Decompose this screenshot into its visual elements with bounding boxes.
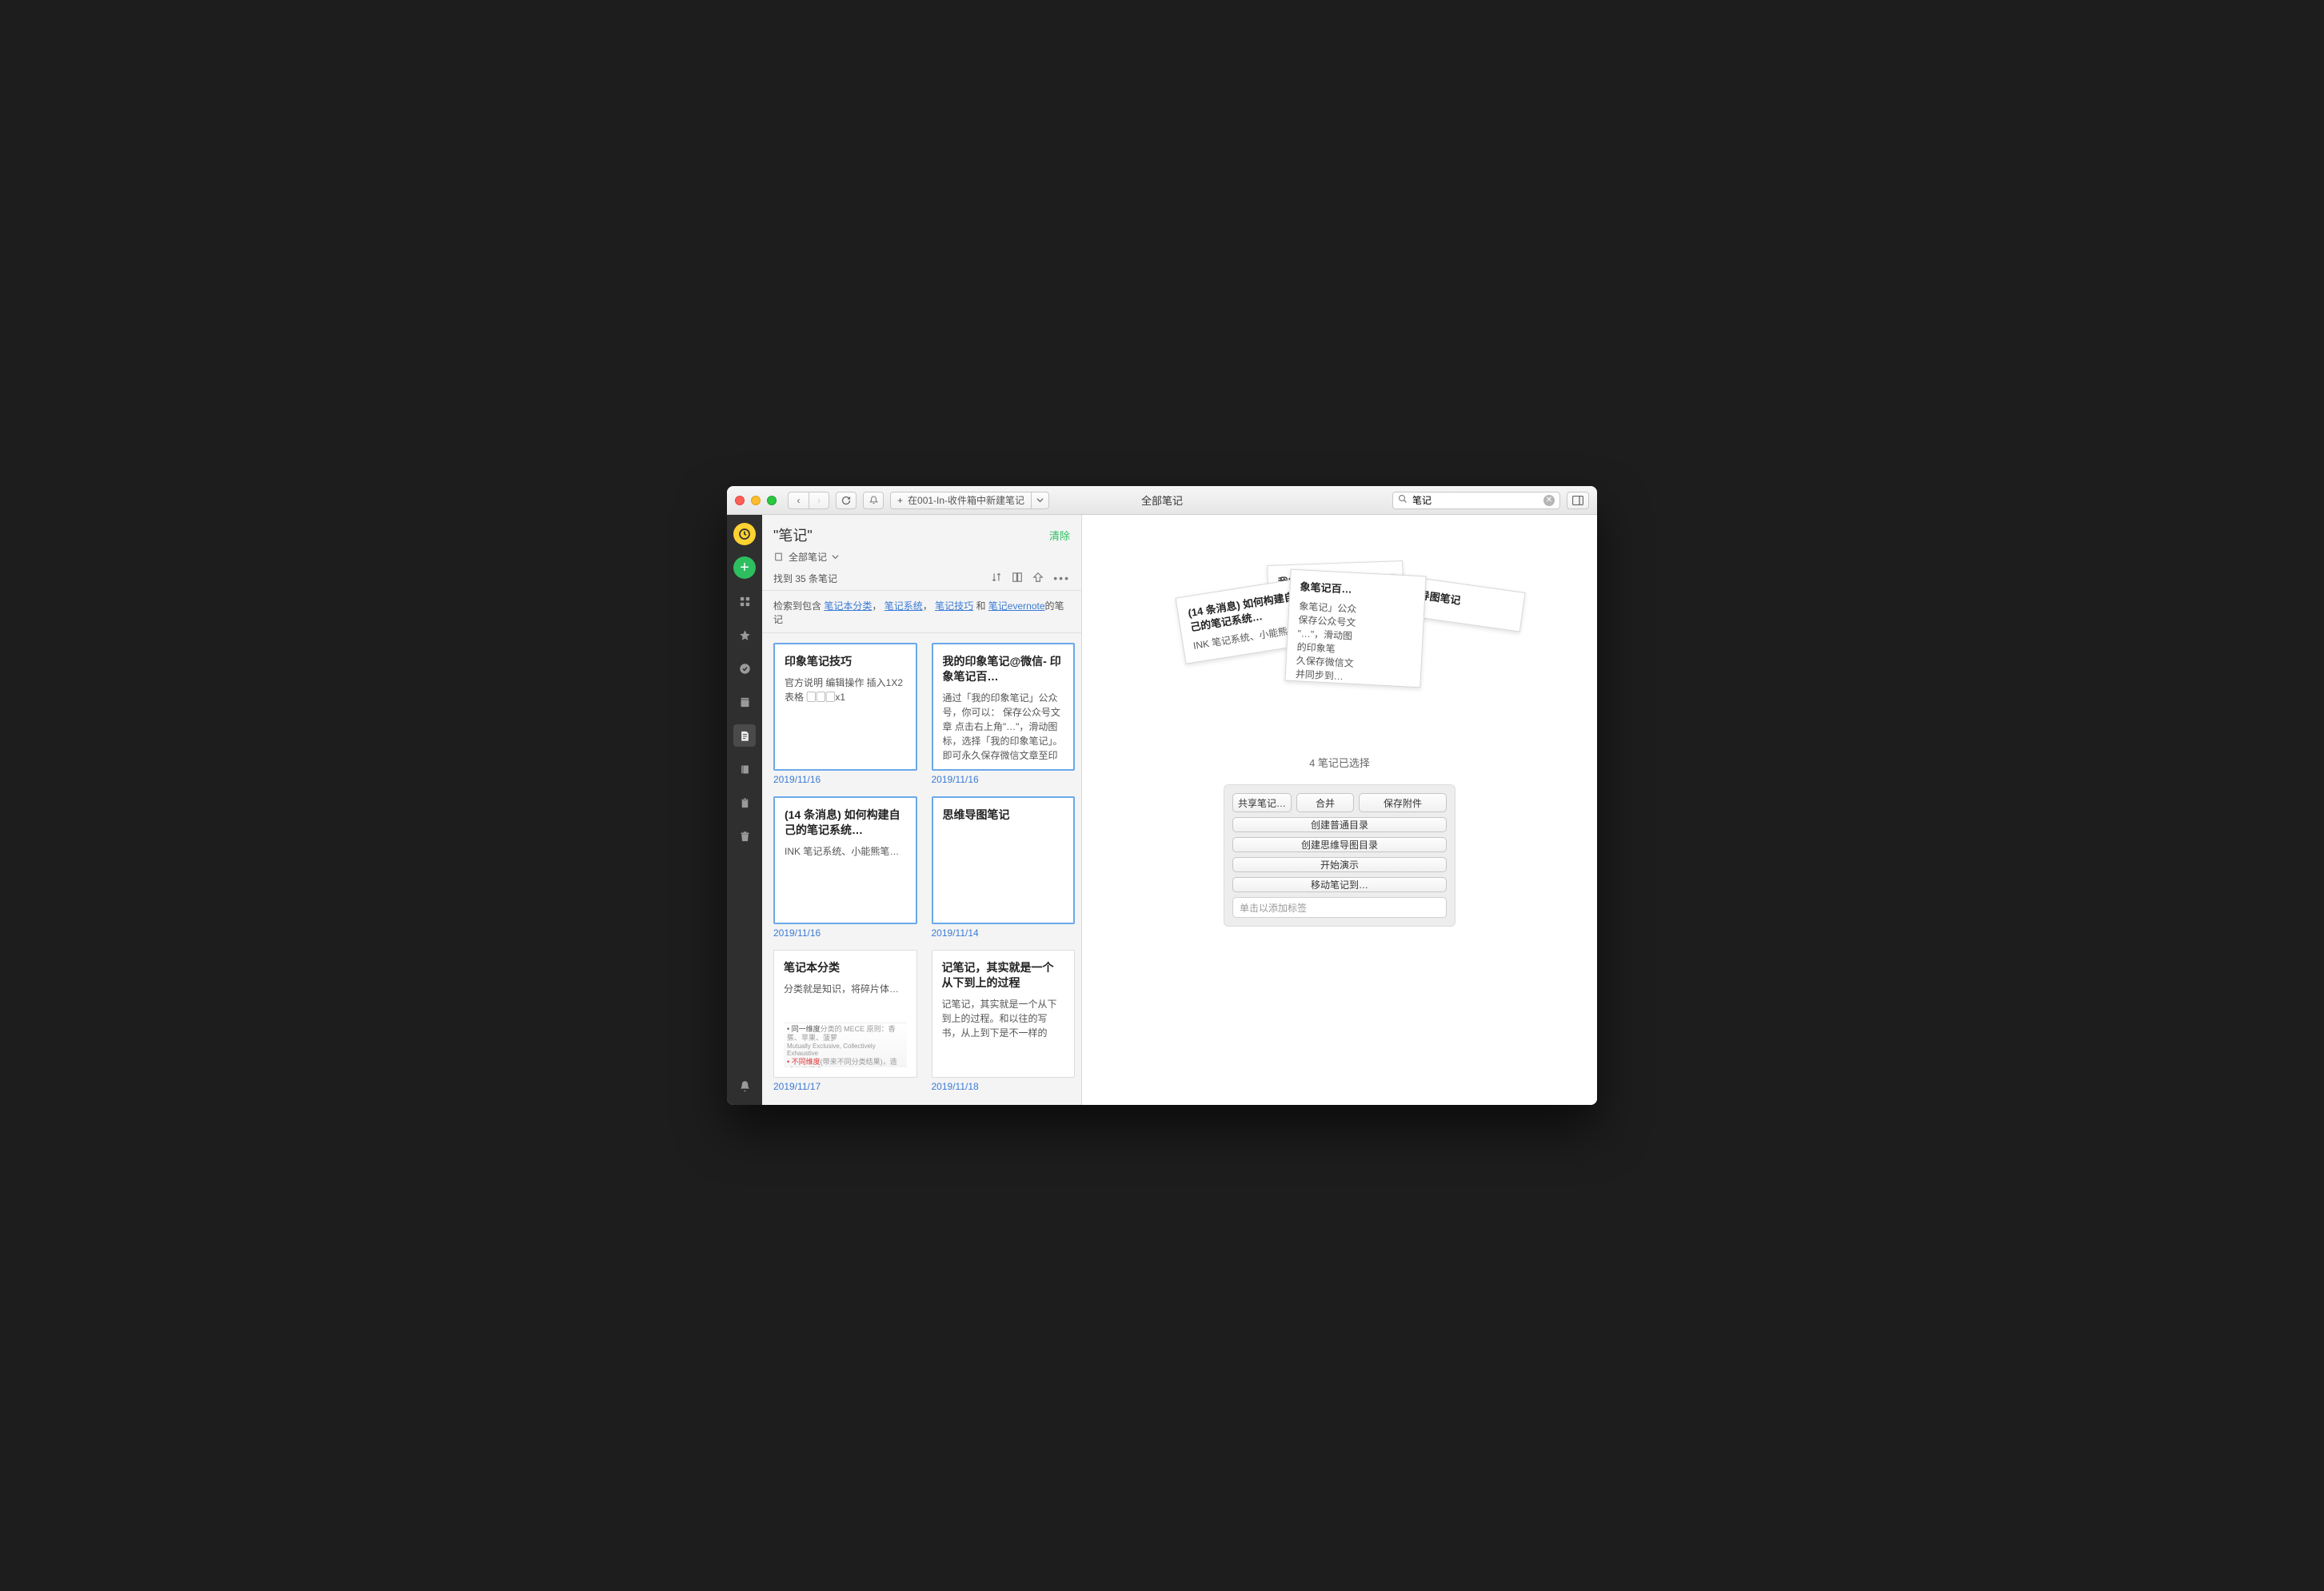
sidebar-shortcuts-icon[interactable]: [733, 590, 756, 612]
sidebar-new-icon[interactable]: +: [733, 556, 756, 579]
note-stack: 我的印象笔记@ (14 条消息) 如何构建自己的笔记系统… INK 笔记系统、小…: [1172, 563, 1507, 739]
note-card-title: 我的印象笔记@微信- 印象笔记百…: [943, 654, 1064, 684]
note-card-date: 2019/11/18: [932, 1081, 1076, 1092]
sidebar-bell-icon[interactable]: [733, 1075, 756, 1097]
result-count: 找到 35 条笔记: [773, 572, 837, 585]
move-notes-button[interactable]: 移动笔记到…: [1232, 877, 1447, 892]
sidebar-clock-icon[interactable]: [733, 523, 756, 545]
sync-button[interactable]: [836, 492, 857, 509]
cards-scroll[interactable]: 印象笔记技巧官方说明 编辑操作 插入1X2 表格 ▢▢▢x1 2019/11/16…: [762, 633, 1081, 1105]
more-button[interactable]: •••: [1053, 572, 1070, 585]
sort-button[interactable]: [991, 572, 1002, 585]
clear-search-button[interactable]: 清除: [1049, 528, 1070, 543]
new-note-label: 在001-In-收件箱中新建笔记: [908, 493, 1024, 507]
clear-search-icon[interactable]: ✕: [1543, 495, 1555, 506]
note-card-title: 记笔记，其实就是一个从下到上的过程: [942, 960, 1065, 991]
start-presentation-button[interactable]: 开始演示: [1232, 857, 1447, 872]
suggest-link[interactable]: 笔记技巧: [935, 600, 973, 612]
note-card-thumbnail: • 同一维度分类的 MECE 原则：香蕉、苹果、菠萝Mutually Exclu…: [784, 1023, 907, 1067]
sidebar: +: [727, 515, 762, 1105]
note-card-date: 2019/11/16: [932, 774, 1076, 785]
sidebar-notebooks-icon[interactable]: [733, 691, 756, 713]
sidebar-trash-icon[interactable]: [733, 825, 756, 847]
close-icon[interactable]: [735, 496, 745, 505]
note-card-snippet: 分类就是知识，将碎片体…: [784, 982, 907, 996]
forward-button[interactable]: ›: [809, 492, 829, 509]
create-mindmap-toc-button[interactable]: 创建思维导图目录: [1232, 837, 1447, 852]
plus-icon: +: [897, 495, 903, 506]
back-button[interactable]: ‹: [788, 492, 809, 509]
sidebar-star-icon[interactable]: [733, 624, 756, 646]
search-suggestions: 检索到包含 笔记本分类， 笔记系统， 笔记技巧 和 笔记evernote的笔记: [762, 591, 1081, 633]
sidebar-notes-icon[interactable]: [733, 724, 756, 747]
note-card-date: 2019/11/17: [773, 1081, 917, 1092]
sidebar-book-icon[interactable]: [733, 758, 756, 780]
new-note-button[interactable]: + 在001-In-收件箱中新建笔记: [890, 492, 1032, 509]
minimize-icon[interactable]: [751, 496, 761, 505]
notification-button[interactable]: [863, 492, 884, 509]
suggest-link[interactable]: 笔记本分类: [824, 600, 872, 612]
note-card-snippet: 记笔记，其实就是一个从下到上的过程。和以往的写书，从上到下是不一样的: [942, 997, 1065, 1040]
note-card-snippet: 通过「我的印象笔记」公众号，你可以： 保存公众号文章 点击右上角"…"，滑动图标…: [943, 691, 1064, 760]
panel-toggle-button[interactable]: [1567, 492, 1589, 509]
note-card-title: 笔记本分类: [784, 960, 907, 975]
save-attachments-button[interactable]: 保存附件: [1359, 793, 1447, 812]
note-card-snippet: 官方说明 编辑操作 插入1X2 表格 ▢▢▢x1: [785, 676, 906, 704]
note-card-title: (14 条消息) 如何构建自己的笔记系统…: [785, 807, 906, 838]
note-list-panel: "笔记" 清除 全部笔记 找到 35 条笔记 •••: [762, 515, 1082, 1105]
traffic-lights: [735, 496, 777, 505]
note-card[interactable]: (14 条消息) 如何构建自己的笔记系统… INK 笔记系统、小能熊笔…: [773, 796, 917, 924]
create-toc-button[interactable]: 创建普通目录: [1232, 817, 1447, 832]
app-window: ‹ › + 在001-In-收件箱中新建笔记 全部笔记 ✕: [727, 486, 1597, 1105]
note-card-date: 2019/11/14: [932, 927, 1076, 939]
note-card-title: 印象笔记技巧: [785, 654, 906, 669]
action-panel: 共享笔记… 合并 保存附件 创建普通目录 创建思维导图目录 开始演示 移动笔记到…: [1224, 784, 1455, 927]
note-card-date: 2019/11/16: [773, 774, 917, 785]
detail-panel: 我的印象笔记@ (14 条消息) 如何构建自己的笔记系统… INK 笔记系统、小…: [1082, 515, 1597, 1105]
search-title: "笔记": [773, 524, 813, 545]
chevron-down-icon: [832, 553, 839, 560]
nav-back-forward: ‹ ›: [788, 492, 829, 509]
scope-selector[interactable]: 全部笔记: [773, 550, 1070, 564]
note-card-date: 2019/11/16: [773, 927, 917, 939]
sidebar-clipboard-icon[interactable]: [733, 792, 756, 814]
note-card[interactable]: 我的印象笔记@微信- 印象笔记百… 通过「我的印象笔记」公众号，你可以： 保存公众…: [932, 643, 1076, 771]
add-tag-input[interactable]: 单击以添加标签: [1232, 897, 1447, 918]
search-box[interactable]: ✕: [1392, 492, 1560, 509]
suggest-link[interactable]: 笔记系统: [884, 600, 923, 612]
note-card[interactable]: 印象笔记技巧官方说明 编辑操作 插入1X2 表格 ▢▢▢x1: [773, 643, 917, 771]
maximize-icon[interactable]: [767, 496, 777, 505]
note-card-title: 思维导图笔记: [943, 807, 1064, 823]
suggest-link[interactable]: 笔记evernote: [988, 600, 1045, 612]
share-note-button[interactable]: 共享笔记…: [1232, 793, 1292, 812]
stack-paper: 象笔记百… 象笔记」公众 保存公众号文 "…"，滑动图 的印象笔 久保存微信文 …: [1284, 569, 1426, 688]
titlebar: ‹ › + 在001-In-收件箱中新建笔记 全部笔记 ✕: [727, 486, 1597, 515]
note-card[interactable]: 笔记本分类分类就是知识，将碎片体… • 同一维度分类的 MECE 原则：香蕉、苹果…: [773, 950, 917, 1078]
filter-button[interactable]: [1032, 572, 1044, 585]
selection-count: 4 笔记已选择: [1309, 755, 1370, 770]
search-input[interactable]: [1412, 495, 1539, 506]
view-button[interactable]: [1012, 572, 1023, 585]
note-card-snippet: INK 笔记系统、小能熊笔…: [785, 844, 906, 859]
new-note-dropdown[interactable]: [1032, 492, 1049, 509]
merge-button[interactable]: 合并: [1296, 793, 1354, 812]
sidebar-check-icon[interactable]: [733, 657, 756, 680]
note-card[interactable]: 记笔记，其实就是一个从下到上的过程记笔记，其实就是一个从下到上的过程。和以往的写…: [932, 950, 1076, 1078]
note-card[interactable]: 思维导图笔记: [932, 796, 1076, 924]
search-icon: [1398, 494, 1408, 506]
